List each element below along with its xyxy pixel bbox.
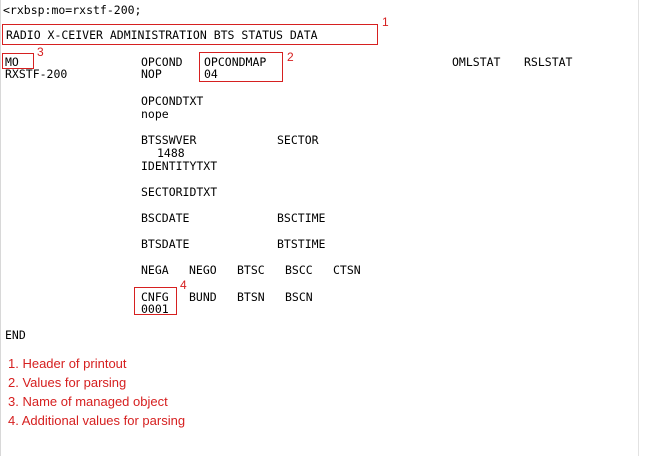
end-marker: END bbox=[5, 328, 26, 342]
window-right-border bbox=[638, 0, 639, 456]
legend-item-2: 2. Values for parsing bbox=[8, 375, 127, 390]
sectoridtxt-label: SECTORIDTXT bbox=[141, 185, 218, 199]
bscc-label: BSCC bbox=[285, 263, 313, 277]
bscn-label: BSCN bbox=[285, 290, 313, 304]
btsn-label: BTSN bbox=[237, 290, 265, 304]
ctsn-label: CTSN bbox=[333, 263, 361, 277]
sector-label: SECTOR bbox=[277, 133, 319, 147]
column-rslstat: RSLSTAT bbox=[524, 55, 573, 69]
marker-4: 4 bbox=[180, 278, 187, 292]
bscdate-label: BSCDATE bbox=[141, 211, 190, 225]
marker-2: 2 bbox=[287, 50, 294, 64]
column-omlstat: OMLSTAT bbox=[452, 55, 501, 69]
marker-1: 1 bbox=[382, 15, 389, 29]
value-opcond: NOP bbox=[141, 67, 162, 81]
identitytxt-label: IDENTITYTXT bbox=[141, 159, 218, 173]
btstime-label: BTSTIME bbox=[277, 237, 326, 251]
cnfg-value: 0001 bbox=[141, 302, 169, 316]
legend-item-3: 3. Name of managed object bbox=[8, 394, 168, 409]
nega-label: NEGA bbox=[141, 263, 169, 277]
marker-3: 3 bbox=[37, 45, 44, 59]
printout-header: RADIO X-CEIVER ADMINISTRATION BTS STATUS… bbox=[6, 28, 318, 42]
legend-item-1: 1. Header of printout bbox=[8, 356, 127, 371]
command-line[interactable]: <rxbsp:mo=rxstf-200; bbox=[3, 4, 141, 17]
bund-label: BUND bbox=[189, 290, 217, 304]
legend-item-4: 4. Additional values for parsing bbox=[8, 413, 186, 428]
btsc-label: BTSC bbox=[237, 263, 265, 277]
value-mo: RXSTF-200 bbox=[5, 67, 68, 81]
bsctime-label: BSCTIME bbox=[277, 211, 326, 225]
btsdate-label: BTSDATE bbox=[141, 237, 190, 251]
opcondtxt-value: nope bbox=[141, 107, 169, 121]
window-left-border bbox=[0, 0, 1, 456]
nego-label: NEGO bbox=[189, 263, 217, 277]
value-opcondmap: 04 bbox=[204, 67, 218, 81]
